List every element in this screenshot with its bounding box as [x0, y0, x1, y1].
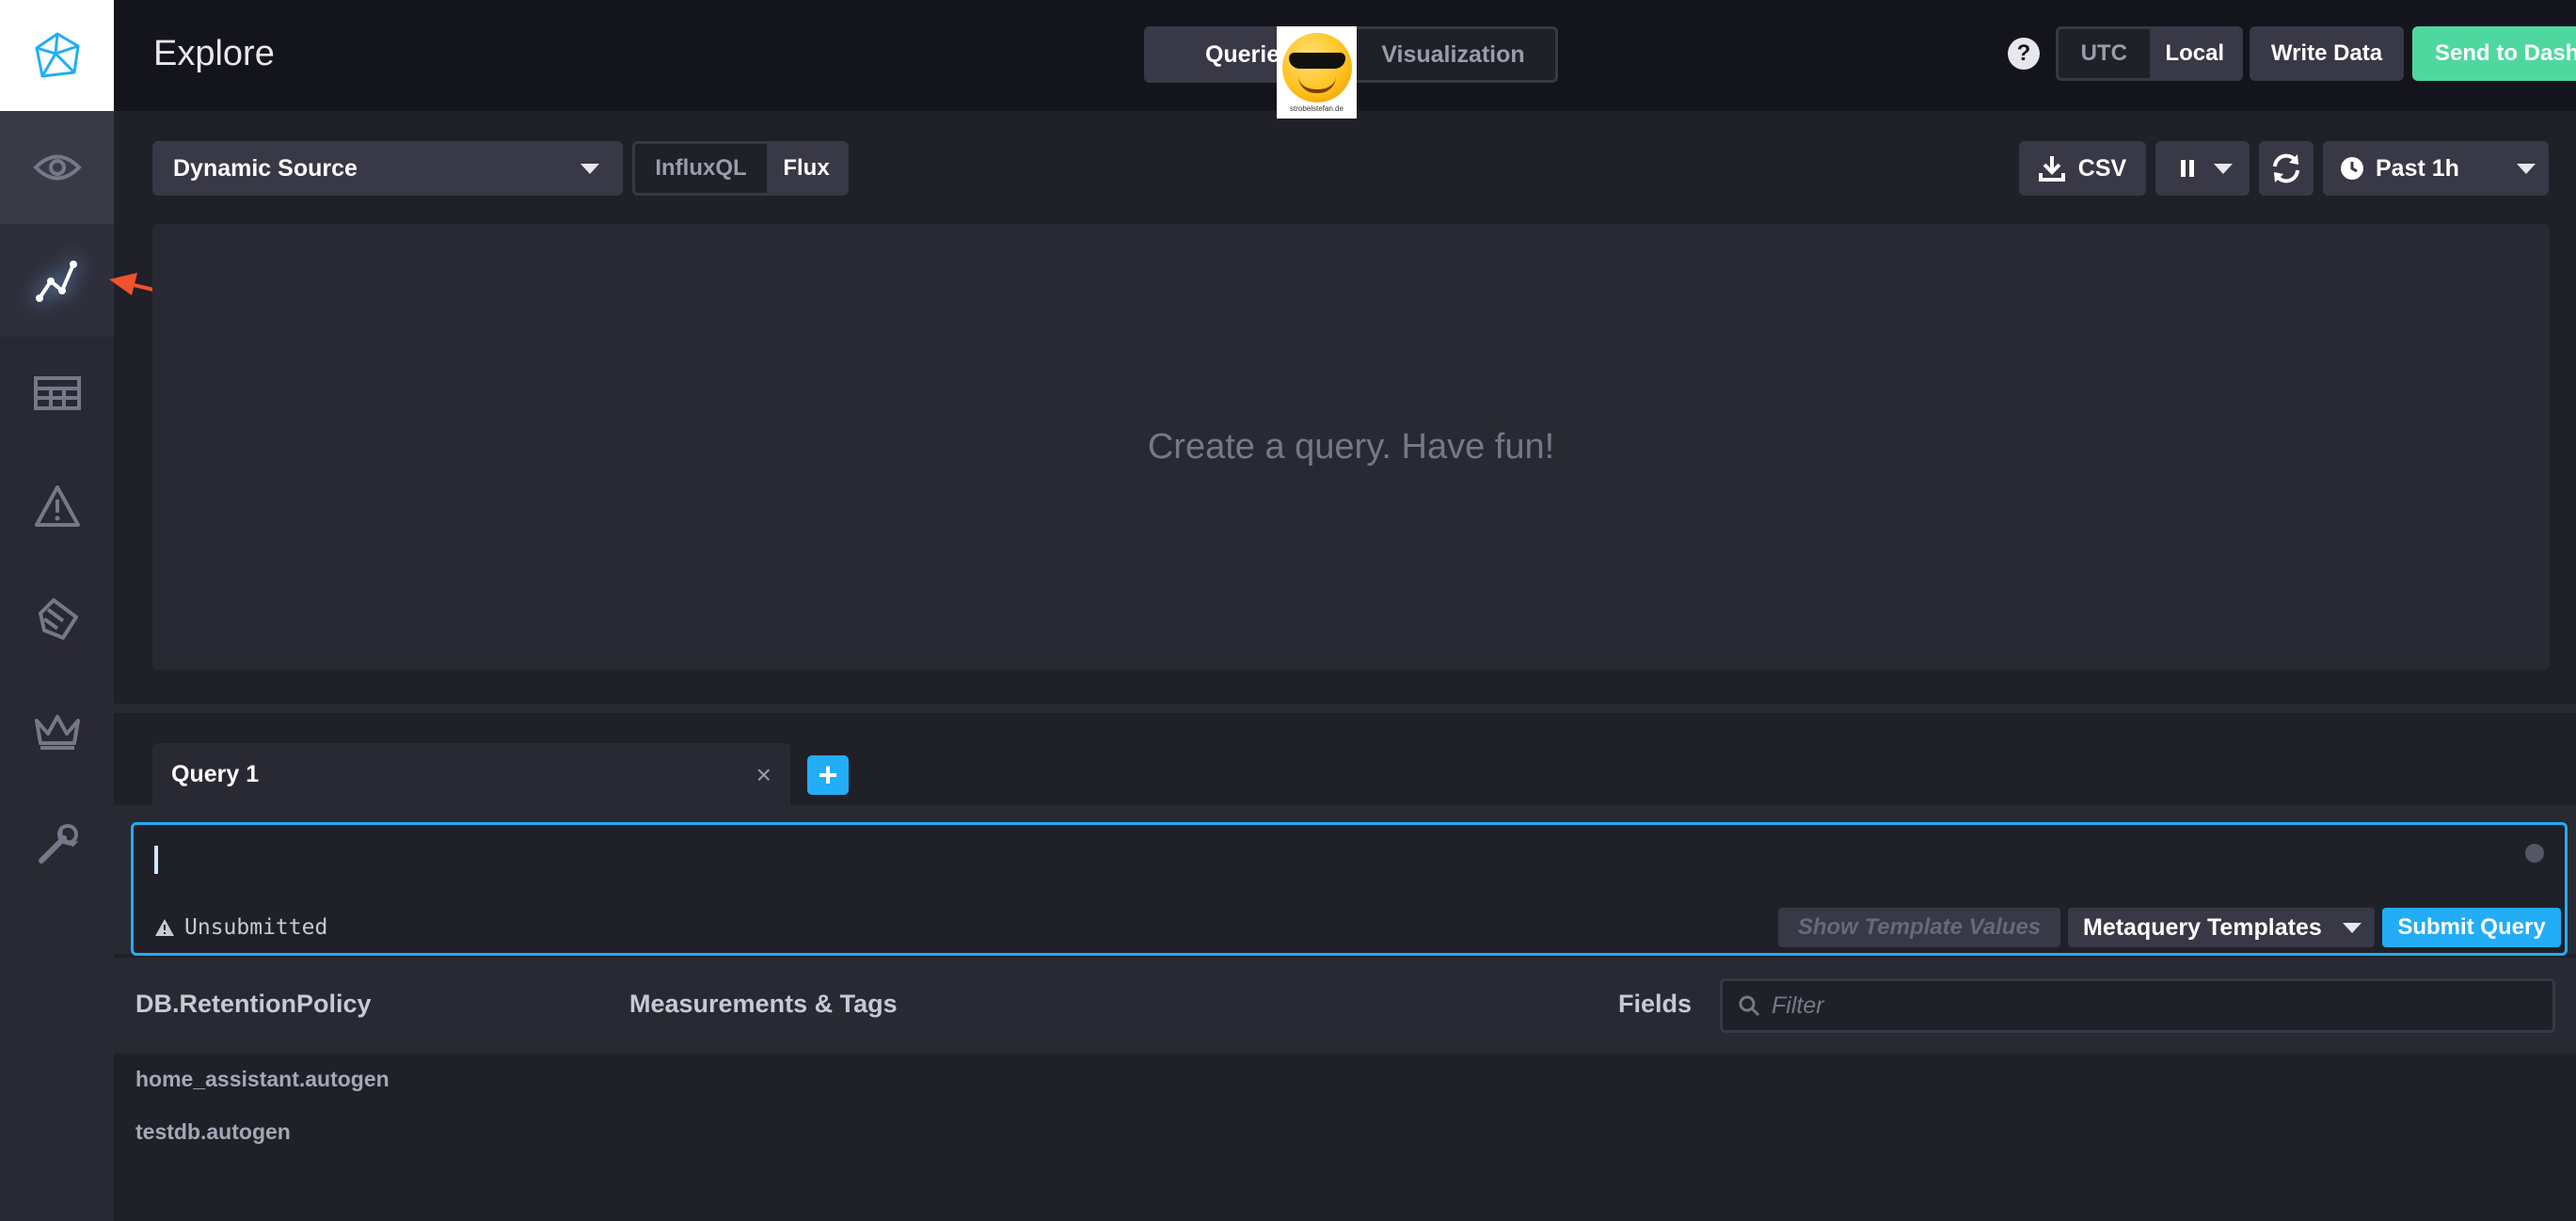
page-title: Explore	[153, 34, 275, 73]
chevron-down-icon	[2343, 923, 2361, 933]
measurements-column-title: Measurements & Tags	[629, 990, 898, 1018]
chevron-down-icon	[580, 164, 599, 174]
tab-visualization[interactable]: Visualization	[1351, 29, 1555, 80]
autorefresh-dropdown[interactable]	[2155, 141, 2250, 196]
chevron-down-icon	[2517, 164, 2536, 174]
fields-column-title: Fields	[1618, 990, 1693, 1018]
chevron-down-icon	[2214, 164, 2233, 174]
metaquery-templates-label: Metaquery Templates	[2083, 913, 2322, 941]
submit-query-button[interactable]: Submit Query	[2382, 908, 2561, 947]
show-template-values-button[interactable]: Show Template Values	[1778, 908, 2060, 947]
warning-icon	[155, 919, 174, 936]
query-language-toggle: InfluxQL Flux	[632, 141, 849, 196]
send-to-dashboard-button[interactable]: Send to Dashboard	[2412, 26, 2576, 81]
text-cursor	[154, 846, 158, 874]
timezone-toggle: UTC Local	[2056, 26, 2243, 81]
query-tab-1[interactable]: Query 1 ×	[152, 743, 790, 805]
query-tab-label: Query 1	[171, 760, 260, 787]
flux-button[interactable]: Flux	[767, 144, 846, 193]
source-label: Dynamic Source	[173, 154, 358, 182]
filter-placeholder: Filter	[1772, 991, 1824, 1019]
db-column-title: DB.RetentionPolicy	[135, 990, 372, 1018]
empty-graph-message: Create a query. Have fun!	[1147, 426, 1555, 467]
graph-panel: Create a query. Have fun!	[152, 224, 2550, 670]
csv-download-button[interactable]: CSV	[2019, 141, 2146, 196]
list-item-database[interactable]: testdb.autogen	[135, 1119, 291, 1145]
smiley-face-icon	[1281, 32, 1352, 103]
watermark-caption: strobelstefan.de	[1290, 103, 1344, 113]
time-range-label: Past 1h	[2376, 154, 2459, 182]
clock-icon	[2341, 157, 2363, 180]
csv-label: CSV	[2077, 154, 2127, 182]
list-item-database[interactable]: home_assistant.autogen	[135, 1067, 390, 1092]
resize-handle[interactable]	[114, 704, 2576, 713]
query-editor[interactable]: Unsubmitted Show Template Values Metaque…	[131, 822, 2568, 956]
pause-icon	[2181, 160, 2194, 177]
sunglasses-emoji-watermark: strobelstefan.de	[1277, 26, 1357, 119]
refresh-button[interactable]	[2259, 141, 2314, 196]
add-query-button[interactable]: +	[807, 755, 849, 795]
filter-input[interactable]: Filter	[1720, 978, 2555, 1033]
status-dot-icon	[2525, 844, 2544, 863]
metaquery-templates-dropdown[interactable]: Metaquery Templates	[2068, 908, 2375, 947]
query-status: Unsubmitted	[154, 915, 327, 940]
timezone-utc-button[interactable]: UTC	[2059, 29, 2150, 78]
download-icon	[2038, 156, 2065, 182]
time-range-dropdown[interactable]: Past 1h	[2323, 141, 2549, 196]
influxql-button[interactable]: InfluxQL	[635, 144, 767, 193]
write-data-button[interactable]: Write Data	[2250, 26, 2404, 81]
query-status-text: Unsubmitted	[184, 915, 328, 940]
source-dropdown[interactable]: Dynamic Source	[152, 141, 623, 196]
help-icon[interactable]: ?	[2008, 38, 2040, 70]
timezone-local-button[interactable]: Local	[2149, 29, 2240, 78]
refresh-icon	[2273, 153, 2299, 183]
search-icon	[1739, 995, 1760, 1017]
close-icon[interactable]: ×	[756, 760, 771, 790]
